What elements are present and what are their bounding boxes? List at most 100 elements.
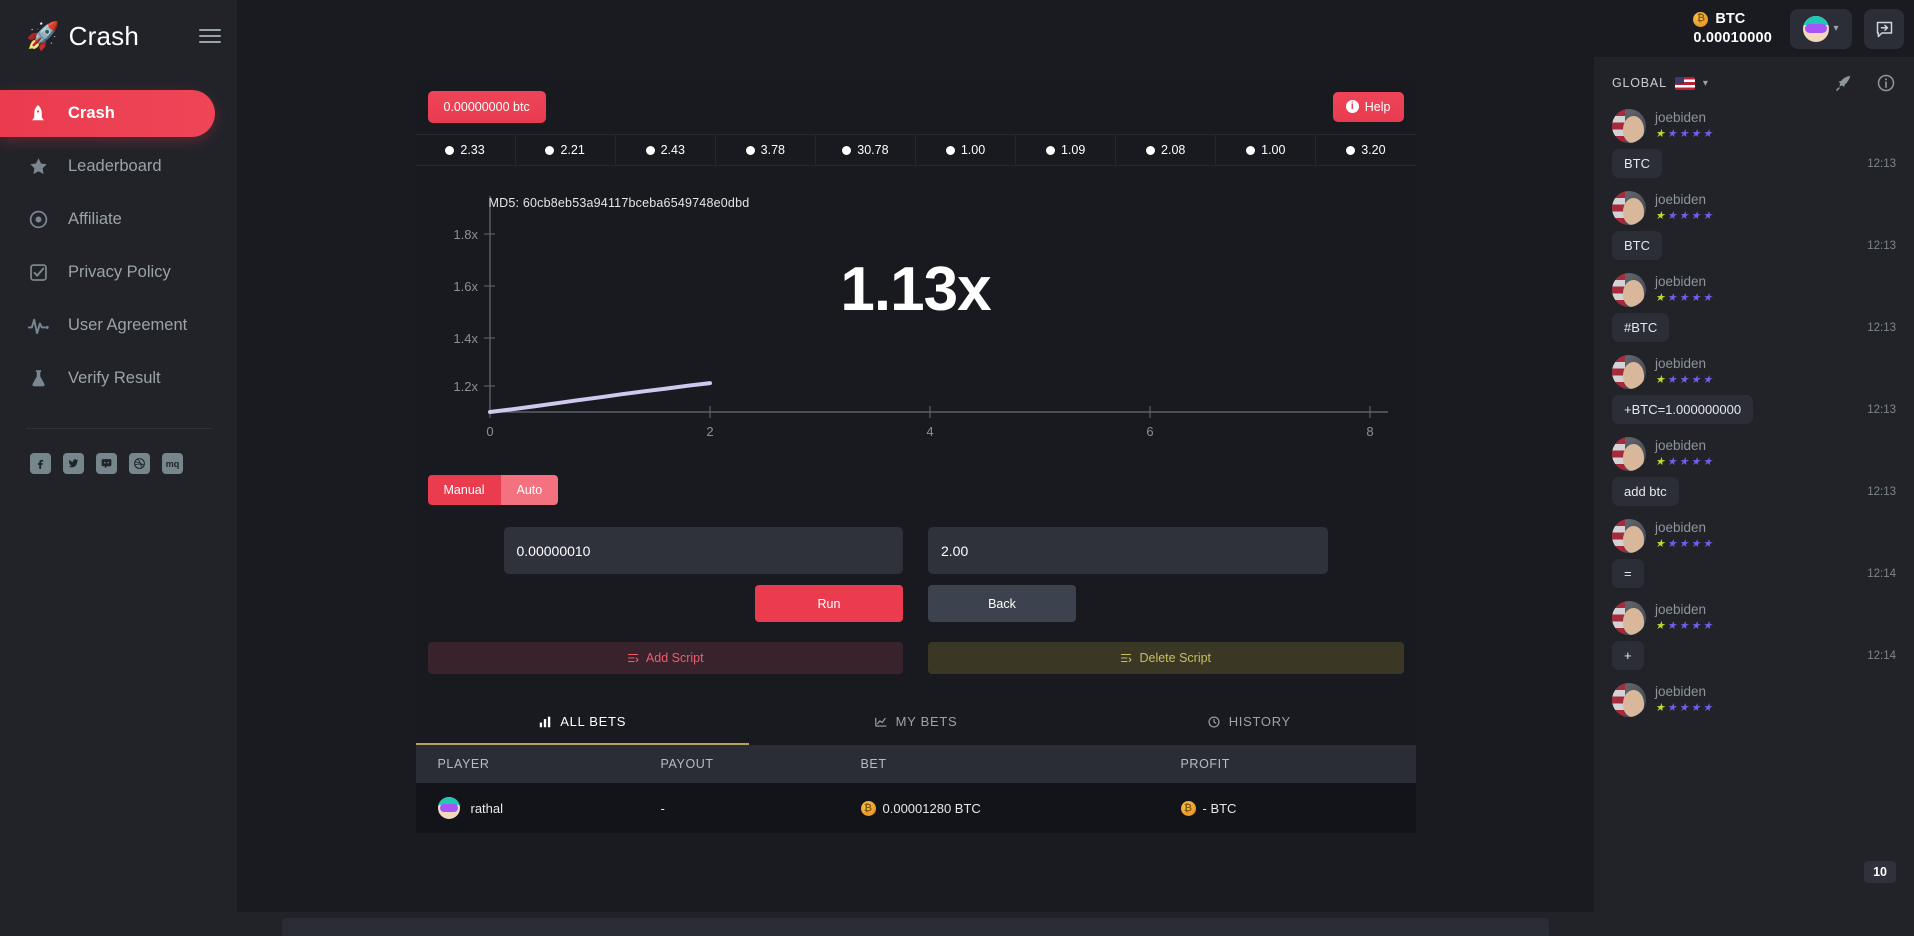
chat-username[interactable]: joebiden [1655, 192, 1712, 207]
chat-message: joebiden ★ ★ ★ ★ ★ +BTC=1.000000000 12:13 [1612, 355, 1896, 424]
bet-amount-input[interactable] [503, 527, 903, 574]
brand[interactable]: 🚀 Crash [26, 21, 139, 52]
medium-icon[interactable]: mq [162, 453, 183, 474]
chat-username[interactable]: joebiden [1655, 356, 1712, 371]
footer-panel [282, 918, 1549, 936]
add-script-button[interactable]: Add Script [427, 642, 903, 674]
bitcoin-icon: ₿ [1180, 800, 1196, 816]
x-tick-label: 0 [486, 424, 493, 439]
info-icon: i [1345, 100, 1359, 113]
tab-history[interactable]: HISTORY [1082, 700, 1415, 745]
tab-label: HISTORY [1228, 714, 1291, 729]
mode-tab-manual[interactable]: Manual [427, 475, 501, 505]
bets-section: ALL BETS MY BETS HISTORY PLAYER PAYOUT B… [415, 700, 1416, 833]
cashout-target-input[interactable] [928, 527, 1328, 574]
history-item[interactable]: 2.43 [616, 135, 716, 165]
chat-username[interactable]: joebiden [1655, 438, 1712, 453]
sidebar-item-affiliate[interactable]: Affiliate [0, 196, 215, 243]
sidebar-item-user-agreement[interactable]: User Agreement [0, 302, 215, 349]
chat-toggle-button[interactable] [1864, 9, 1904, 49]
chat-message: joebiden ★ ★ ★ ★ ★ BTC 12:13 [1612, 109, 1896, 178]
table-row[interactable]: rathal - ₿ 0.00001280 BTC ₿ - BTC [415, 783, 1416, 833]
chat-timestamp: 12:13 [1867, 403, 1896, 416]
chat-channel-label: GLOBAL [1612, 76, 1667, 90]
twitter-icon[interactable] [63, 453, 84, 474]
history-item[interactable]: 3.78 [716, 135, 816, 165]
unread-badge[interactable]: 10 [1864, 861, 1896, 883]
delete-script-button[interactable]: Delete Script [928, 642, 1404, 674]
back-button[interactable]: Back [928, 585, 1076, 622]
chat-username[interactable]: joebiden [1655, 602, 1712, 617]
chat-bubble: #BTC [1612, 313, 1670, 342]
bitcoin-icon [1246, 145, 1256, 155]
bitcoin-icon: ₿ [1693, 11, 1709, 27]
rank-stars: ★ ★ ★ ★ ★ [1655, 292, 1713, 304]
flask-icon [26, 367, 50, 391]
chat-bubble: +BTC=1.000000000 [1612, 395, 1754, 424]
cell-bet: ₿ 0.00001280 BTC [860, 800, 1181, 816]
tab-all-bets[interactable]: ALL BETS [415, 700, 749, 745]
discord-icon[interactable] [96, 453, 117, 474]
history-value: 2.33 [460, 143, 485, 157]
history-item[interactable]: 1.00 [1216, 135, 1317, 165]
current-bet-pill[interactable]: 0.00000000 btc [427, 90, 546, 123]
avatar-menu-button[interactable]: ▾ [1790, 8, 1852, 49]
sidebar-item-label: Crash [68, 104, 115, 122]
us-flag-icon[interactable] [1674, 76, 1695, 90]
avatar [1803, 15, 1830, 42]
bitcoin-icon: ₿ [860, 800, 876, 816]
mode-row: Manual Auto [416, 461, 1416, 505]
mode-tab-auto[interactable]: Auto [500, 475, 559, 505]
main-column: ₿ BTC 0.00010000 ▾ 0.00000000 btc i Help… [237, 0, 1914, 936]
history-item[interactable]: 3.20 [1316, 135, 1415, 165]
sidebar-item-crash[interactable]: Crash [0, 90, 215, 137]
history-item[interactable]: 30.78 [816, 135, 916, 165]
history-value: 2.21 [560, 143, 585, 157]
rocket-icon [26, 102, 50, 126]
y-tick-label: 1.2x [453, 379, 478, 394]
chart-line [487, 381, 712, 414]
tab-my-bets[interactable]: MY BETS [749, 700, 1082, 745]
sidebar-item-label: Privacy Policy [68, 263, 171, 281]
clock-icon [1208, 715, 1220, 728]
history-item[interactable]: 2.08 [1116, 135, 1217, 165]
balance-display[interactable]: ₿ BTC 0.00010000 [1693, 10, 1772, 46]
chat-messages[interactable]: joebiden ★ ★ ★ ★ ★ BTC 12:13 joebiden ★ … [1594, 109, 1914, 936]
hamburger-icon[interactable] [199, 29, 221, 43]
y-tick-label: 1.8x [453, 227, 478, 242]
history-item[interactable]: 2.33 [416, 135, 516, 165]
history-value: 3.78 [760, 143, 785, 157]
avatar [1612, 519, 1646, 553]
sidebar-item-privacy-policy[interactable]: Privacy Policy [0, 249, 215, 296]
chat-username[interactable]: joebiden [1655, 520, 1712, 535]
rocket-icon[interactable] [1834, 73, 1854, 93]
rank-stars: ★ ★ ★ ★ ★ [1655, 128, 1713, 140]
balance-amount: 0.00010000 [1693, 29, 1772, 46]
sidebar: 🚀 Crash Crash Leaderboard Affiliate Priv… [0, 0, 237, 936]
dribbble-icon[interactable] [129, 453, 150, 474]
avatar [1612, 437, 1646, 471]
history-item[interactable]: 1.09 [1016, 135, 1117, 165]
history-item[interactable]: 1.00 [916, 135, 1017, 165]
bar-chart-icon [540, 716, 551, 727]
help-button[interactable]: i Help [1332, 91, 1404, 122]
info-icon[interactable] [1876, 73, 1896, 93]
chevron-down-icon[interactable]: ▾ [1703, 78, 1708, 89]
history-item[interactable]: 2.21 [516, 135, 616, 165]
chat-timestamp: 12:13 [1867, 485, 1896, 498]
facebook-icon[interactable] [30, 453, 51, 474]
chat-username[interactable]: joebiden [1655, 274, 1712, 289]
run-button[interactable]: Run [755, 585, 903, 622]
rank-stars: ★ ★ ★ ★ ★ [1655, 538, 1713, 550]
sidebar-item-verify-result[interactable]: Verify Result [0, 355, 215, 402]
rocket-icon: 🚀 [26, 20, 60, 51]
player-name: rathal [470, 800, 504, 816]
cell-player: rathal [416, 797, 661, 819]
chat-username[interactable]: joebiden [1655, 110, 1712, 125]
chat-username[interactable]: joebiden [1655, 684, 1712, 699]
sidebar-item-leaderboard[interactable]: Leaderboard [0, 143, 215, 190]
script-icon [1121, 653, 1133, 663]
chat-header: GLOBAL ▾ [1594, 57, 1914, 109]
app-root: 🚀 Crash Crash Leaderboard Affiliate Priv… [0, 0, 1914, 936]
x-tick-label: 4 [926, 424, 933, 439]
